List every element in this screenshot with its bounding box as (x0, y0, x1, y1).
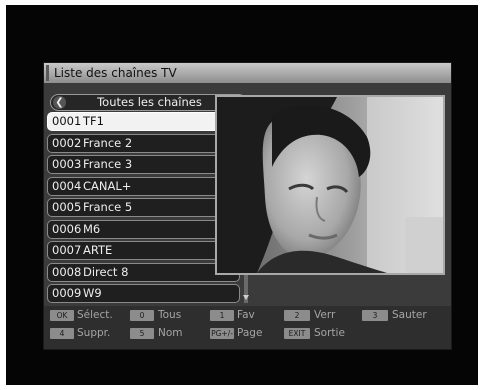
window-title: Liste des chaînes TV (54, 66, 177, 80)
two-key-icon[interactable]: 2 (284, 310, 310, 321)
scroll-down-arrow-icon[interactable] (243, 295, 249, 300)
channel-group-label: Toutes les chaînes (97, 95, 202, 109)
channel-number: 0008 (52, 264, 82, 279)
channel-name: M6 (83, 221, 101, 236)
channel-item-canalplus[interactable]: 0004 CANAL+ C (47, 176, 240, 196)
help-bar: OK Sélect. 0 Tous 1 Fav 2 Verr 3 Sauter … (44, 306, 451, 349)
channel-number: 0002 (52, 135, 82, 150)
zero-key-icon[interactable]: 0 (130, 310, 154, 321)
channel-item-m6[interactable]: 0006 M6 (47, 219, 240, 239)
channel-name: France 5 (83, 200, 133, 214)
channel-item-france2[interactable]: 0002 France 2 (47, 133, 240, 153)
page-label: Page (237, 327, 263, 339)
channel-number: 0004 (52, 178, 82, 193)
channel-item-france5[interactable]: 0005 France 5 (47, 198, 240, 217)
channel-name: France 2 (83, 135, 133, 150)
channel-number: 0009 (52, 286, 82, 300)
chevron-left-icon[interactable]: ❮ (53, 96, 66, 109)
four-label: Suppr. (77, 327, 111, 339)
channel-number: 0003 (52, 157, 82, 171)
channel-name: ARTE (83, 243, 113, 257)
channel-item-arte[interactable]: 0007 ARTE (47, 241, 240, 260)
tv-screen: Liste des chaînes TV ❮ Toutes les chaîne… (6, 5, 478, 385)
channel-name: TF1 (83, 114, 104, 128)
ok-label: Sélect. (77, 309, 113, 321)
channel-number: 0006 (52, 221, 82, 236)
channel-preview (215, 95, 445, 275)
five-key-icon[interactable]: 5 (130, 328, 154, 339)
preview-image (217, 97, 443, 273)
channel-number: 0001 (52, 114, 82, 128)
exit-key-icon[interactable]: EXIT (284, 328, 310, 339)
exit-label: Sortie (314, 327, 345, 339)
title-bar: Liste des chaînes TV (44, 63, 451, 83)
channel-name: CANAL+ (83, 178, 132, 193)
title-bar-handle (46, 65, 49, 81)
zero-label: Tous (158, 309, 182, 321)
channel-item-direct8[interactable]: 0008 Direct 8 (47, 262, 240, 282)
channel-name: France 3 (83, 157, 133, 171)
channel-name: W9 (83, 286, 102, 300)
channel-name: Direct 8 (83, 264, 129, 279)
five-label: Nom (158, 327, 183, 339)
channel-list-window: Liste des chaînes TV ❮ Toutes les chaîne… (44, 63, 451, 349)
channel-number: 0007 (52, 243, 82, 257)
page-key-icon[interactable]: PG+/- (210, 328, 234, 339)
four-key-icon[interactable]: 4 (50, 328, 74, 339)
channel-number: 0005 (52, 200, 82, 214)
three-label: Sauter (392, 309, 427, 321)
one-label: Fav (237, 309, 255, 321)
channel-item-france3[interactable]: 0003 France 3 (47, 155, 240, 174)
channel-item-tf1[interactable]: 0001 TF1 🗁 (47, 112, 240, 131)
channel-item-w9[interactable]: 0009 W9 (47, 284, 240, 303)
three-key-icon[interactable]: 3 (362, 310, 388, 321)
one-key-icon[interactable]: 1 (210, 310, 234, 321)
ok-key-icon[interactable]: OK (50, 310, 74, 321)
two-label: Verr (314, 309, 336, 321)
